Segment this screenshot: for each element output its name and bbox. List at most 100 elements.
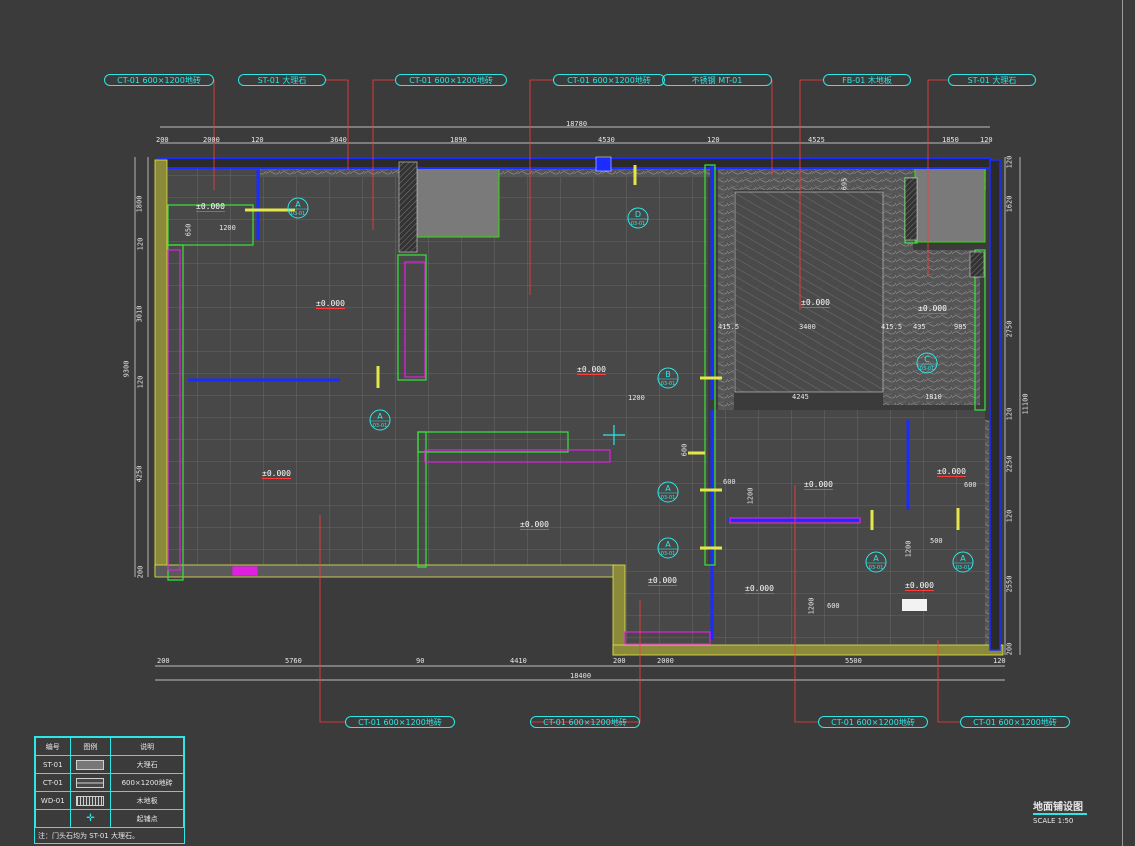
dimension: 5500: [845, 657, 862, 665]
dimension: 3010: [135, 305, 144, 323]
wood-swatch-icon: [69, 791, 112, 810]
dimension: 600: [827, 602, 840, 610]
dimension: 120: [993, 657, 1006, 665]
section-mark-sheet: 03-01: [661, 495, 676, 501]
dimension: 120: [136, 237, 145, 251]
legend-note: 注：门头石均为 ST-01 大理石。: [38, 832, 139, 840]
dimension: 120: [980, 136, 993, 144]
dimension: 120: [1005, 155, 1014, 169]
dimension: 2550: [1005, 575, 1014, 593]
level-marker: ±0.000: [804, 480, 833, 490]
material-label: ST-01 大理石: [948, 74, 1036, 86]
section-mark-sheet: 03-01: [631, 221, 646, 227]
legend-header: 编号: [35, 737, 71, 756]
legend-header: 图例: [69, 737, 112, 756]
marble-swatch-icon: [69, 755, 112, 774]
material-label: 不锈钢 MT-01: [662, 74, 772, 86]
dimension: 2000: [657, 657, 674, 665]
dimension: 120: [1005, 509, 1014, 523]
material-label: CT-01 600×1200地砖: [960, 716, 1070, 728]
legend-desc: 600×1200地砖: [110, 773, 184, 792]
legend-table: 编号 图例 说明 ST-01 大理石 CT-01 600×1200地砖 WD-0…: [34, 736, 185, 844]
dimension: 1850: [942, 136, 959, 144]
dimension: 600: [680, 443, 689, 457]
dimension: 120: [136, 375, 145, 389]
drawing-title: 地面铺设图: [1033, 798, 1087, 815]
section-mark-letter: A: [960, 554, 966, 563]
dimension: 500: [930, 537, 943, 545]
dimension: 2750: [1005, 320, 1014, 338]
dimension: 1200: [746, 487, 755, 505]
dimension: 1800: [135, 195, 144, 213]
section-mark-sheet: 03-01: [661, 551, 676, 557]
dimension: 90: [416, 657, 425, 665]
level-marker: ±0.000: [745, 584, 774, 594]
section-mark-sheet: 03-01: [291, 211, 306, 217]
dimension-total: 9300: [122, 360, 131, 378]
wood-floor: [734, 191, 884, 393]
section-mark-letter: C: [924, 355, 930, 364]
dimension: 600: [964, 481, 977, 489]
dimension: 1890: [450, 136, 467, 144]
section-mark-letter: A: [665, 540, 671, 549]
dimension: 3640: [330, 136, 347, 144]
dimension: 2000: [203, 136, 220, 144]
section-mark-letter: B: [665, 370, 671, 379]
dimension-total: 11100: [1021, 393, 1030, 415]
dimension: 4250: [135, 465, 144, 483]
section-mark-letter: A: [873, 554, 879, 563]
material-label: CT-01 600×1200地砖: [395, 74, 507, 86]
level-marker: ±0.000: [648, 576, 677, 586]
dimension-total: 18780: [566, 120, 588, 128]
material-label: CT-01 600×1200地砖: [104, 74, 214, 86]
legend-header: 说明: [110, 737, 184, 756]
dimension: 415.5: [881, 323, 903, 331]
dimension: 5760: [285, 657, 302, 665]
dimension: 200: [613, 657, 626, 665]
level-marker: ±0.000: [577, 365, 606, 375]
right-border-strip: [1122, 0, 1135, 846]
legend-code: ST-01: [35, 755, 71, 774]
section-mark-letter: A: [295, 200, 301, 209]
blue-square-marker: [595, 156, 612, 172]
dimension: 120: [1005, 407, 1014, 421]
level-marker: ±0.000: [905, 581, 934, 591]
dimension: 120: [251, 136, 264, 144]
dimension: 435: [913, 323, 926, 331]
dimension: 695: [840, 177, 849, 191]
white-block: [902, 599, 927, 611]
dimension: 415.5: [718, 323, 740, 331]
level-marker: ±0.000: [937, 467, 966, 477]
legend-desc: 起铺点: [110, 809, 184, 828]
legend-code: [35, 809, 71, 828]
legend-desc: 木地板: [110, 791, 184, 810]
dimension: 985: [954, 323, 967, 331]
dimension: 1200: [219, 224, 236, 232]
dimension: 650: [184, 223, 193, 237]
dimension: 4530: [598, 136, 615, 144]
dimension: 1810: [925, 393, 942, 401]
level-marker: ±0.000: [918, 304, 947, 314]
dimension: 4410: [510, 657, 527, 665]
section-mark-letter: A: [665, 484, 671, 493]
dimension: 200: [156, 136, 169, 144]
material-label: CT-01 600×1200地砖: [530, 716, 640, 728]
dimension: 120: [707, 136, 720, 144]
material-label: ST-01 大理石: [238, 74, 326, 86]
dimension: 200: [136, 565, 145, 579]
start-point-legend-icon: ✛: [69, 809, 112, 828]
title-block: 地面铺设图 SCALE 1:50: [1033, 798, 1087, 825]
section-mark-letter: D: [635, 210, 641, 219]
level-marker: ±0.000: [196, 202, 225, 212]
section-mark-letter: A: [377, 412, 383, 421]
dimension: 4245: [792, 393, 809, 401]
section-mark-sheet: 03-01: [373, 423, 388, 429]
level-marker: ±0.000: [316, 299, 345, 309]
legend-desc: 大理石: [110, 755, 184, 774]
drawing-scale: SCALE 1:50: [1033, 817, 1074, 825]
dimension: 2250: [1005, 455, 1014, 473]
level-marker: ±0.000: [520, 520, 549, 530]
legend-code: WD-01: [35, 791, 71, 810]
dimension: 1620: [1005, 195, 1014, 213]
material-label: FB-01 木地板: [823, 74, 911, 86]
